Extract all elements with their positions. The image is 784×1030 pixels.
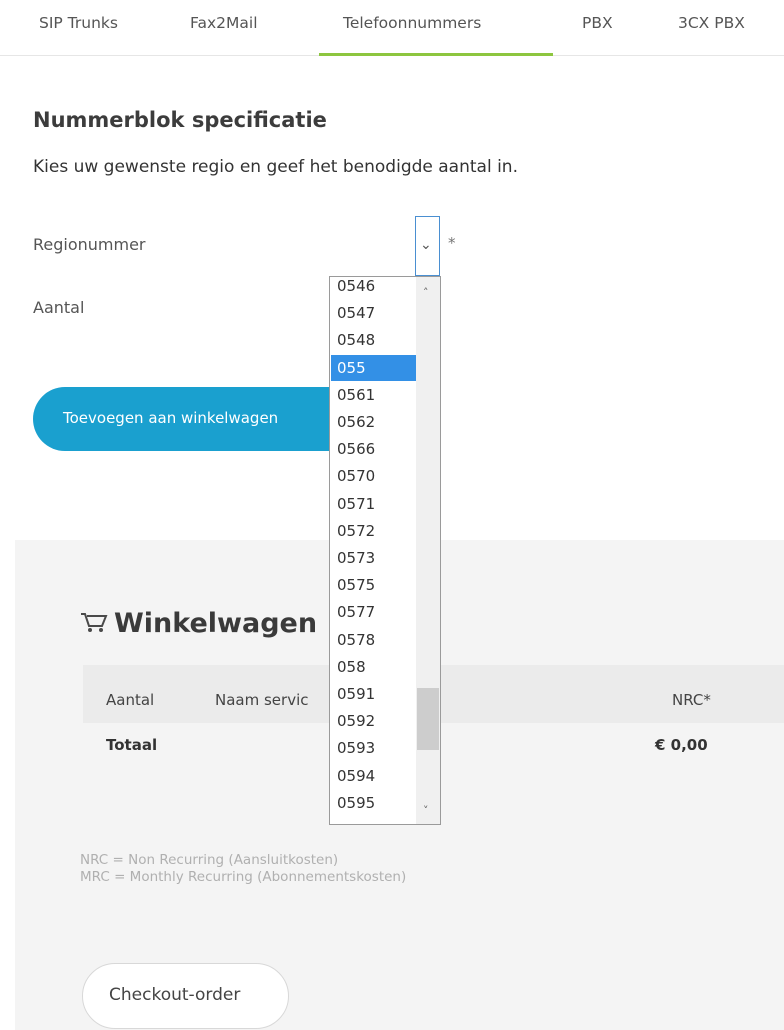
dropdown-option[interactable]: 0594 — [331, 763, 416, 790]
dropdown-option[interactable]: 0547 — [331, 300, 416, 327]
dropdown-option[interactable]: 0546 — [331, 277, 416, 300]
dropdown-option[interactable]: 0578 — [331, 627, 416, 654]
tab-sip-trunks[interactable]: SIP Trunks — [39, 14, 118, 32]
region-label: Regionummer — [33, 235, 146, 254]
dropdown-option[interactable]: 0562 — [331, 409, 416, 436]
legend-mrc: MRC = Monthly Recurring (Abonnementskost… — [80, 869, 407, 885]
region-dropdown-list[interactable]: 0546 0547 0548 055 0561 0562 0566 0570 0571 0572 0… — [329, 276, 441, 825]
dropdown-option[interactable]: 058 — [331, 654, 416, 681]
column-nrc: NRC* — [672, 691, 711, 709]
scrollbar-thumb[interactable] — [417, 688, 439, 750]
legend-nrc: NRC = Non Recurring (Aansluitkosten) — [80, 852, 339, 868]
tab-fax2mail[interactable]: Fax2Mail — [190, 14, 258, 32]
dropdown-option[interactable]: 0573 — [331, 545, 416, 572]
column-service-name: Naam servic — [215, 691, 309, 709]
dropdown-option[interactable]: 0571 — [331, 491, 416, 518]
tab-telefoonnummers[interactable]: Telefoonnummers — [343, 14, 481, 32]
intro-text: Kies uw gewenste regio en geef het benod… — [33, 157, 518, 177]
chevron-down-icon: ⌄ — [420, 237, 432, 253]
add-to-cart-button[interactable]: Toevoegen aan winkelwagen — [33, 387, 333, 451]
dropdown-option[interactable]: 0591 — [331, 681, 416, 708]
cart-title: Winkelwagen — [80, 608, 317, 639]
required-marker: * — [448, 234, 456, 252]
tab-pbx[interactable]: PBX — [582, 14, 613, 32]
column-quantity: Aantal — [106, 691, 155, 709]
dropdown-option[interactable]: 0577 — [331, 599, 416, 626]
add-to-cart-label: Toevoegen aan winkelwagen — [63, 409, 279, 427]
tab-bar: SIP Trunks Fax2Mail Telefoonnummers PBX … — [0, 0, 784, 56]
dropdown-option[interactable]: 0572 — [331, 518, 416, 545]
dropdown-option[interactable]: 0592 — [331, 708, 416, 735]
dropdown-option[interactable]: 0548 — [331, 327, 416, 354]
scroll-up-icon[interactable]: ˄ — [423, 287, 429, 299]
checkout-label: Checkout-order — [109, 985, 241, 1005]
dropdown-scrollbar[interactable]: ˄ ˅ — [416, 277, 440, 824]
scroll-down-icon[interactable]: ˅ — [423, 805, 429, 817]
active-tab-indicator — [319, 53, 553, 56]
dropdown-option[interactable]: 0575 — [331, 572, 416, 599]
section-title: Nummerblok specificatie — [33, 108, 327, 132]
total-value: € 0,00 — [655, 736, 708, 754]
page: SIP Trunks Fax2Mail Telefoonnummers PBX … — [0, 0, 784, 1030]
dropdown-option[interactable]: 0593 — [331, 735, 416, 762]
dropdown-option[interactable]: 0595 — [331, 790, 416, 817]
dropdown-option[interactable]: 0566 — [331, 436, 416, 463]
shopping-cart-icon — [81, 613, 108, 632]
dropdown-option[interactable]: 055 — [331, 354, 416, 382]
total-label: Totaal — [106, 736, 158, 754]
cart-title-text: Winkelwagen — [114, 608, 318, 639]
checkout-button[interactable]: Checkout-order — [82, 963, 289, 1029]
tab-3cx-pbx[interactable]: 3CX PBX — [678, 14, 745, 32]
quantity-label: Aantal — [33, 298, 85, 317]
dropdown-option[interactable]: 0561 — [331, 382, 416, 409]
dropdown-option[interactable]: 0570 — [331, 463, 416, 490]
region-select[interactable]: ⌄ — [415, 216, 440, 276]
